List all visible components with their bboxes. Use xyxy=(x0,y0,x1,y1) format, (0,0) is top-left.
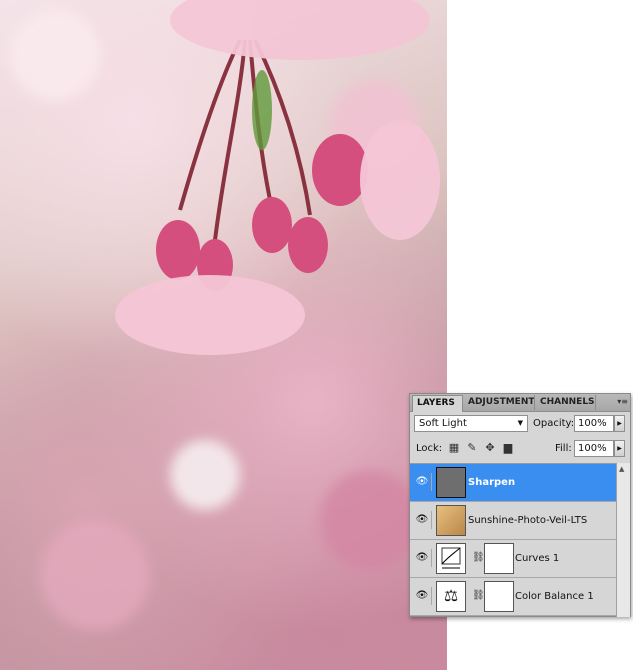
layers-panel: LAYERS ADJUSTMENTS CHANNELS ▾≡ Soft Ligh… xyxy=(409,393,631,617)
link-chain-icon[interactable]: ⛓ xyxy=(472,552,485,563)
lock-label: Lock: xyxy=(416,443,443,454)
visibility-eye-icon[interactable]: 👁 xyxy=(413,511,432,529)
lock-transparency-icon[interactable]: ▦ xyxy=(448,442,460,454)
cherry-blossom-illustration xyxy=(115,0,440,355)
lock-image-pixels-icon[interactable]: ✎ xyxy=(466,442,478,454)
blend-mode-value: Soft Light xyxy=(419,418,467,429)
opacity-label: Opacity: xyxy=(533,418,575,429)
lock-position-icon[interactable]: ✥ xyxy=(484,442,496,454)
curves-graph-icon xyxy=(441,547,461,569)
layer-name: Color Balance 1 xyxy=(515,591,594,602)
visibility-eye-icon[interactable]: 👁 xyxy=(413,473,432,491)
blend-mode-select[interactable]: Soft Light ▼ xyxy=(414,415,528,432)
layer-name: Sharpen xyxy=(468,477,516,488)
visibility-eye-icon[interactable]: 👁 xyxy=(413,587,432,605)
panel-tab-bar: LAYERS ADJUSTMENTS CHANNELS ▾≡ xyxy=(410,394,630,412)
fill-stepper[interactable]: ▶ xyxy=(614,440,625,457)
color-balance-scale-icon: ⚖ xyxy=(436,581,466,612)
panel-menu-icon[interactable]: ▾≡ xyxy=(617,397,628,406)
layer-thumbnail xyxy=(436,505,466,536)
tab-adjustments[interactable]: ADJUSTMENTS xyxy=(464,395,535,410)
visibility-eye-icon[interactable]: 👁 xyxy=(413,549,432,567)
photo-canvas xyxy=(0,0,447,670)
layers-list: 👁 Sharpen 👁 Sunshine-Photo-Veil-LTS 👁 ⛓ … xyxy=(410,463,617,618)
curves-adjustment-icon xyxy=(436,543,466,574)
layer-row-color-balance-1[interactable]: 👁 ⚖ ⛓ Color Balance 1 xyxy=(410,578,617,616)
fill-label: Fill: xyxy=(555,443,572,454)
lock-all-icon[interactable]: ▆ xyxy=(502,442,514,454)
tab-channels[interactable]: CHANNELS xyxy=(536,395,596,410)
layer-mask-thumbnail[interactable] xyxy=(484,543,514,574)
layer-row-curves-1[interactable]: 👁 ⛓ Curves 1 xyxy=(410,540,617,578)
layer-row-sharpen[interactable]: 👁 Sharpen xyxy=(410,464,617,502)
chevron-down-icon: ▼ xyxy=(517,419,523,427)
layer-thumbnail xyxy=(436,467,466,498)
layer-mask-thumbnail[interactable] xyxy=(484,581,514,612)
layer-row-sunshine-photo-veil[interactable]: 👁 Sunshine-Photo-Veil-LTS xyxy=(410,502,617,540)
link-chain-icon[interactable]: ⛓ xyxy=(472,590,485,601)
layer-name: Sunshine-Photo-Veil-LTS xyxy=(468,515,588,526)
opacity-stepper[interactable]: ▶ xyxy=(614,415,625,432)
opacity-input[interactable]: 100% xyxy=(574,415,614,432)
scroll-up-arrow-icon[interactable]: ▲ xyxy=(619,465,624,473)
fill-input[interactable]: 100% xyxy=(574,440,614,457)
layers-scrollbar[interactable]: ▲ xyxy=(616,463,630,617)
tab-layers[interactable]: LAYERS xyxy=(412,395,463,412)
layer-name: Curves 1 xyxy=(515,553,560,564)
